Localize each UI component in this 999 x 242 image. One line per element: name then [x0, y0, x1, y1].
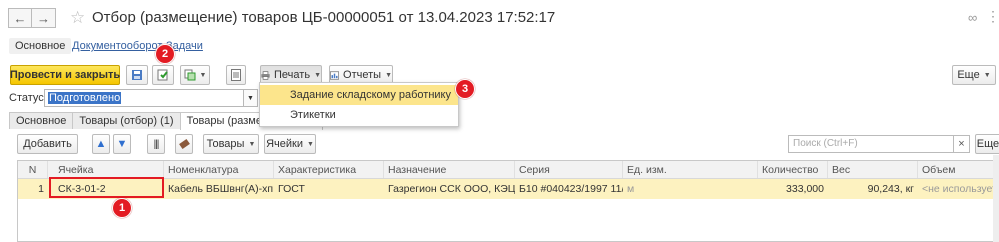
table-header: N Ячейка Номенклатура Характеристика Наз… [18, 161, 999, 179]
column-header-purpose[interactable]: Назначение [384, 161, 515, 178]
post-document-icon [157, 69, 168, 81]
post-button[interactable] [152, 65, 174, 85]
document-list-icon [231, 69, 241, 81]
clear-button[interactable] [175, 134, 193, 154]
more-icon[interactable]: ⋮ [986, 8, 999, 25]
arrow-right-icon: → [37, 10, 50, 26]
column-header-weight[interactable]: Вес [828, 161, 918, 178]
back-button[interactable]: ← [8, 8, 32, 28]
chevron-down-icon: ▼ [199, 71, 207, 79]
structure-button[interactable] [226, 65, 246, 85]
status-value: Подготовлено [48, 92, 122, 104]
post-and-close-button[interactable]: Провести и закрыть [10, 65, 120, 85]
row-weight[interactable]: 90,243, кг [828, 179, 918, 199]
forward-button[interactable]: → [32, 8, 56, 28]
row-volume[interactable]: <не используется> [918, 179, 999, 199]
column-header-quantity[interactable]: Количество [758, 161, 828, 178]
goods-button[interactable]: Товары ▼ [203, 134, 259, 154]
tab-main[interactable]: Основное [9, 38, 72, 54]
create-based-on-button[interactable]: ▼ [180, 65, 210, 85]
goods-table: N Ячейка Номенклатура Характеристика Наз… [17, 160, 999, 242]
status-dropdown-button[interactable]: ▼ [244, 89, 258, 107]
close-icon: × [958, 138, 965, 150]
column-header-volume[interactable]: Объем [918, 161, 999, 178]
save-button[interactable] [126, 65, 148, 85]
chevron-down-icon: ▼ [306, 140, 314, 148]
row-quantity[interactable]: 333,000 [758, 179, 828, 199]
subtab-goods-pick[interactable]: Товары (отбор) (1) [72, 112, 181, 129]
status-label: Статус: [9, 92, 47, 104]
cells-button[interactable]: Ячейки ▼ [264, 134, 316, 154]
chevron-down-icon: ▼ [247, 94, 254, 102]
column-header-characteristic[interactable]: Характеристика [274, 161, 384, 178]
tab-document-flow[interactable]: Документооборот [66, 38, 168, 54]
link-icon[interactable]: ∞ [968, 10, 977, 25]
more-label: Еще [957, 69, 980, 81]
row-number: 1 [38, 183, 44, 195]
arrow-up-icon: ▲ [95, 138, 107, 150]
report-icon [330, 70, 340, 80]
annotation-badge-2: 2 [155, 44, 175, 64]
barcode-button[interactable]: ||| [147, 134, 165, 154]
reports-label: Отчеты [343, 69, 382, 81]
row-purpose[interactable]: Газрегион ССК ООО, КЭЦ... [384, 179, 515, 199]
print-label: Печать [274, 69, 311, 81]
arrow-left-icon: ← [13, 10, 27, 26]
barcode-icon: ||| [153, 138, 160, 150]
annotation-badge-1: 1 [112, 198, 132, 218]
star-icon[interactable]: ☆ [70, 8, 85, 28]
search-input[interactable]: Поиск (Ctrl+F) [788, 135, 954, 153]
add-button[interactable]: Добавить [17, 134, 78, 154]
search-clear-button[interactable]: × [954, 135, 970, 153]
highlight-box [49, 177, 164, 198]
row-characteristic[interactable]: ГОСТ [274, 179, 384, 199]
status-field[interactable]: Подготовлено [44, 89, 244, 107]
move-down-button[interactable]: ▼ [113, 134, 131, 154]
navigation-buttons: ← → [8, 8, 56, 28]
chevron-down-icon: ▼ [385, 71, 392, 79]
printer-icon [261, 70, 270, 80]
floppy-disk-icon [132, 70, 142, 80]
table-row[interactable]: 1 СК-3-01-2 Кабель ВБШвнг(А)-хп ... ГОСТ… [18, 179, 999, 199]
row-unit[interactable]: м [623, 179, 758, 199]
cells-label: Ячейки [266, 138, 303, 150]
subtab-main[interactable]: Основное [9, 112, 74, 129]
eraser-icon [178, 138, 190, 150]
menu-item-labels[interactable]: Этикетки [260, 105, 458, 125]
more-button[interactable]: Еще ▼ [952, 65, 996, 85]
goods-label: Товары [206, 138, 245, 150]
move-up-button[interactable]: ▲ [92, 134, 110, 154]
column-header-nomenclature[interactable]: Номенклатура [164, 161, 274, 178]
scrollbar[interactable] [993, 155, 999, 242]
create-based-on-icon [184, 69, 196, 81]
arrow-down-icon: ▼ [116, 138, 128, 150]
row-nomenclature[interactable]: Кабель ВБШвнг(А)-хп ... [164, 179, 274, 199]
row-series[interactable]: Б10 #040423/1997 11/... [515, 179, 623, 199]
table-more-button[interactable]: Еще [975, 134, 999, 154]
column-header-n[interactable]: N [18, 161, 48, 178]
column-header-cell[interactable]: Ячейка [54, 161, 164, 178]
menu-item-warehouse-task[interactable]: Задание складскому работнику [260, 85, 458, 105]
chevron-down-icon: ▼ [248, 140, 256, 148]
print-menu: Задание складскому работнику Этикетки [259, 82, 459, 127]
annotation-badge-3: 3 [455, 79, 475, 99]
chevron-down-icon: ▼ [983, 71, 991, 79]
page-title: Отбор (размещение) товаров ЦБ-00000051 о… [92, 9, 556, 26]
column-header-unit[interactable]: Ед. изм. [623, 161, 758, 178]
column-header-series[interactable]: Серия [515, 161, 623, 178]
chevron-down-icon: ▼ [314, 71, 321, 79]
